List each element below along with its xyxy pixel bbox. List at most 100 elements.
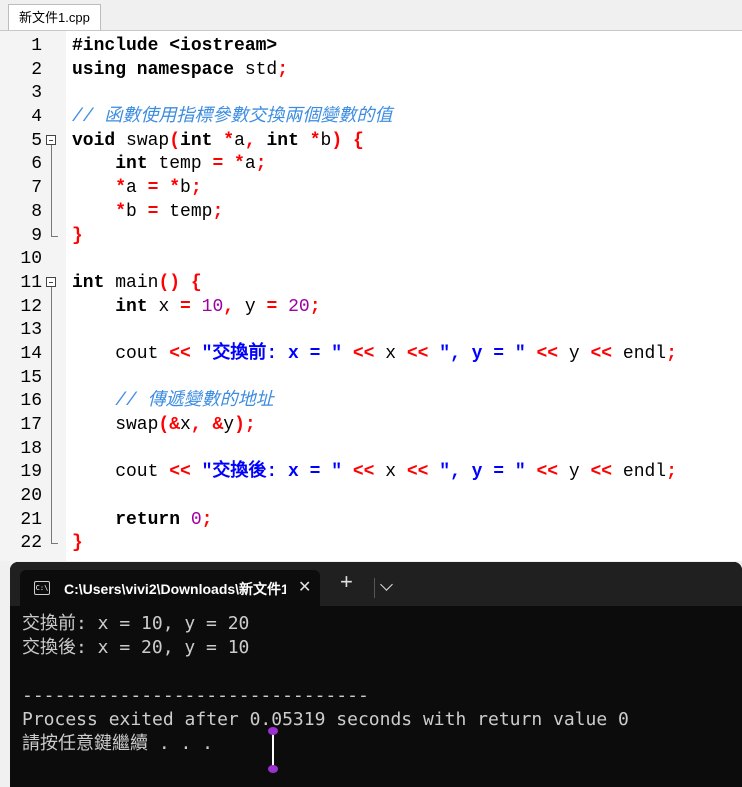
- fold-end-guide: [46, 224, 58, 249]
- code-token: <iostream>: [169, 36, 278, 56]
- code-line[interactable]: 1 #include <iostream>: [0, 35, 742, 59]
- code-text: }: [72, 532, 83, 556]
- code-line[interactable]: 11 int main() {: [0, 272, 742, 296]
- code-line[interactable]: 21 return 0;: [0, 508, 742, 533]
- fold-guide: [46, 414, 58, 438]
- code-line[interactable]: 4 // 函數使用指標參數交換兩個變數的值: [0, 106, 742, 130]
- code-token: "交換後: x = ": [201, 462, 353, 483]
- code-editor[interactable]: 1 #include <iostream> 2 using namespace std…: [0, 31, 742, 561]
- fold-guide: [46, 437, 58, 462]
- code-token: "交換前: x = ": [201, 343, 353, 364]
- line-number: 15: [20, 367, 42, 388]
- code-line[interactable]: 10: [0, 248, 742, 272]
- line-number: 9: [31, 225, 42, 246]
- code-text: *b = temp;: [72, 201, 223, 225]
- code-line[interactable]: 9}: [0, 224, 742, 249]
- code-token: endl: [622, 462, 667, 483]
- code-token: ;: [201, 509, 213, 530]
- code-line[interactable]: 15: [0, 366, 742, 391]
- code-token: swap: [72, 415, 159, 435]
- code-token: temp: [158, 154, 213, 175]
- code-token: <<: [406, 462, 440, 483]
- terminal-line: 交換後: x = 20, y = 10: [22, 637, 250, 658]
- fold-guide: [46, 177, 58, 202]
- code-token: a: [234, 130, 245, 151]
- code-token: a: [244, 154, 256, 175]
- code-token: return: [115, 509, 191, 530]
- code-line[interactable]: 3: [0, 82, 742, 106]
- fold-guide: [46, 200, 58, 225]
- code-token: ,: [223, 296, 245, 317]
- code-token: 20: [288, 296, 310, 317]
- code-line[interactable]: 12 int x = 10, y = 20;: [0, 295, 742, 320]
- code-token: ,: [244, 130, 267, 151]
- code-line[interactable]: 7 *a = *b;: [0, 177, 742, 202]
- terminal-tab-bar: C:\ C:\Users\vivi2\Downloads\新文件1.exe ✕ …: [10, 562, 742, 606]
- code-token: (: [169, 130, 181, 151]
- code-token: =: [180, 296, 202, 317]
- fold-collapse-icon[interactable]: [46, 130, 58, 154]
- code-token: y: [568, 343, 591, 364]
- code-line[interactable]: 19 cout << "交換後: x = " << x << ", y = " …: [0, 461, 742, 486]
- code-token: }: [72, 225, 83, 246]
- code-token: int: [115, 296, 159, 317]
- code-line[interactable]: 6 int temp = *a;: [0, 153, 742, 178]
- terminal-tab[interactable]: C:\ C:\Users\vivi2\Downloads\新文件1.exe ✕: [20, 570, 320, 606]
- code-text: using namespace std;: [72, 59, 288, 83]
- code-token: *: [223, 130, 235, 151]
- code-line[interactable]: 14 cout << "交換前: x = " << x << ", y = " …: [0, 342, 742, 367]
- chevron-down-icon[interactable]: [380, 578, 393, 591]
- code-token: temp: [169, 201, 213, 222]
- code-text: // 傳遞變數的地址: [72, 390, 273, 414]
- fold-guide: [46, 390, 58, 415]
- code-text: void swap(int *a, int *b) {: [72, 130, 364, 154]
- code-token: ;: [309, 296, 321, 317]
- code-token: cout: [72, 343, 170, 364]
- terminal-output[interactable]: 交換前: x = 10, y = 20 交換後: x = 20, y = 10 --…: [22, 612, 629, 756]
- code-line[interactable]: 17 swap(&x, &y);: [0, 414, 742, 438]
- code-line[interactable]: 2 using namespace std;: [0, 59, 742, 83]
- code-text: int x = 10, y = 20;: [72, 296, 321, 320]
- code-token: endl: [622, 343, 667, 364]
- code-line[interactable]: 8 *b = temp;: [0, 200, 742, 225]
- code-token: *: [309, 130, 321, 151]
- editor-tab-bar: 新文件1.cpp: [0, 0, 742, 31]
- line-number: 20: [20, 486, 42, 507]
- code-token: int: [180, 130, 224, 151]
- line-number: 6: [31, 154, 42, 175]
- terminal-line: Process exited after 0.05319 seconds wit…: [22, 709, 629, 730]
- new-tab-button[interactable]: +: [340, 571, 353, 593]
- code-lines[interactable]: 1 #include <iostream> 2 using namespace std…: [0, 35, 742, 556]
- code-token: <<: [352, 343, 386, 364]
- code-line[interactable]: 13: [0, 319, 742, 344]
- code-line[interactable]: 5 void swap(int *a, int *b) {: [0, 130, 742, 154]
- fold-guide: [46, 508, 58, 533]
- code-token: b: [180, 178, 191, 199]
- code-token: y: [244, 296, 267, 317]
- code-line[interactable]: 22}: [0, 532, 742, 556]
- code-token: ", y = ": [439, 462, 537, 483]
- file-tab[interactable]: 新文件1.cpp: [8, 4, 101, 30]
- code-token: <<: [536, 462, 569, 483]
- code-line[interactable]: 20: [0, 485, 742, 510]
- line-number: 17: [20, 415, 42, 435]
- code-token: using namespace: [72, 59, 245, 80]
- text-cursor-icon: [268, 727, 278, 773]
- close-icon[interactable]: ✕: [298, 577, 311, 597]
- code-line[interactable]: 18: [0, 437, 742, 462]
- code-token: =: [147, 201, 170, 222]
- line-number: 12: [20, 296, 42, 317]
- code-token: , &: [190, 415, 224, 435]
- fold-collapse-icon[interactable]: [46, 272, 58, 296]
- code-token: std: [244, 59, 278, 80]
- terminal-window[interactable]: C:\ C:\Users\vivi2\Downloads\新文件1.exe ✕ …: [10, 562, 742, 787]
- code-text: swap(&x, &y);: [72, 414, 255, 438]
- code-line[interactable]: 16 // 傳遞變數的地址: [0, 390, 742, 415]
